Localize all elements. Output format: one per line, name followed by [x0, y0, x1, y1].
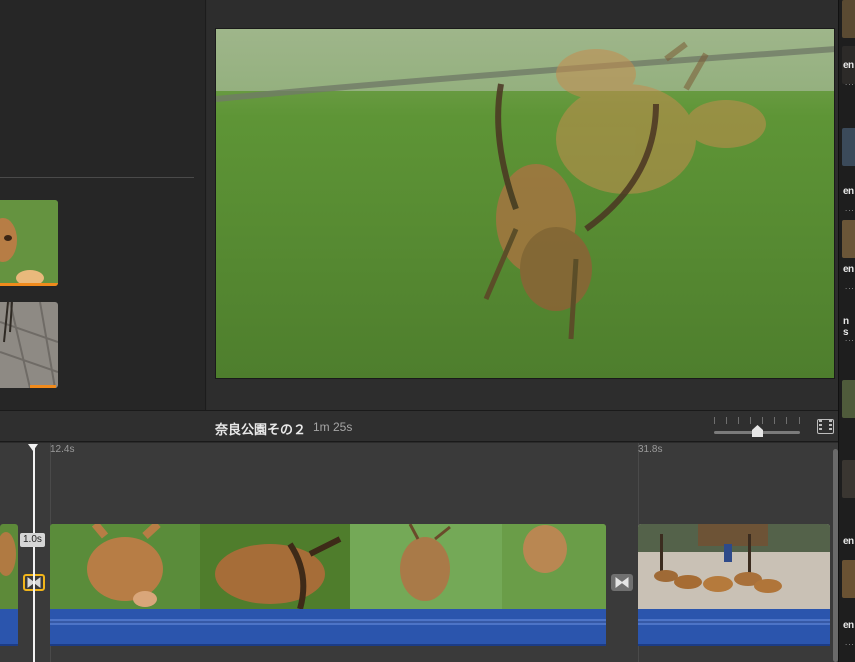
audio-waveform[interactable]: [638, 609, 830, 646]
used-range-bar: [0, 283, 58, 286]
panel-dots: ...: [845, 78, 855, 87]
browser-divider: [0, 177, 194, 178]
video-clip[interactable]: [638, 524, 830, 609]
panel-label: en: [843, 536, 854, 547]
video-preview[interactable]: [215, 28, 835, 379]
browser-clip-thumbnail[interactable]: [0, 302, 58, 388]
zoom-slider-knob[interactable]: [752, 424, 763, 437]
panel-label: en: [843, 620, 854, 631]
panel-thumbnail[interactable]: [842, 220, 855, 258]
panel-label: en: [843, 186, 854, 197]
timeline-header: 奈良公園その２ 1m 25s: [0, 410, 838, 442]
used-range-bar: [30, 385, 56, 388]
timeline[interactable]: 12.4s 31.8s 1.0s: [0, 443, 838, 662]
panel-dots: ...: [845, 282, 855, 291]
playhead[interactable]: [33, 447, 35, 662]
audio-waveform[interactable]: [0, 609, 18, 646]
video-clip[interactable]: [0, 524, 18, 609]
panel-thumbnail[interactable]: [842, 460, 855, 498]
filmstrip-icon[interactable]: [817, 419, 834, 434]
playhead-icon[interactable]: [28, 444, 38, 451]
transition-duration-badge: 1.0s: [20, 533, 45, 547]
browser-clip-thumbnail[interactable]: [0, 200, 58, 286]
viewer: [207, 0, 838, 410]
panel-label: en: [843, 264, 854, 275]
panel-dots: ...: [845, 638, 855, 647]
panel-thumbnail[interactable]: [842, 380, 855, 418]
panel-thumbnail[interactable]: [842, 0, 855, 38]
panel-dots: ...3: [845, 334, 855, 343]
adjacent-panel: en ... en ... en ... n s ...3 en ... en …: [838, 0, 855, 662]
event-browser: [0, 0, 206, 410]
video-clip[interactable]: [50, 524, 606, 609]
panel-dots: ...: [845, 204, 855, 213]
project-duration: 1m 25s: [313, 420, 353, 434]
ruler-label: 31.8s: [638, 444, 663, 455]
audio-waveform[interactable]: [50, 609, 606, 646]
panel-thumbnail[interactable]: [842, 560, 855, 598]
panel-thumbnail[interactable]: [842, 128, 855, 166]
bowtie-transition-icon[interactable]: [611, 574, 633, 591]
project-title: 奈良公園その２: [215, 422, 307, 437]
timeline-scrollbar[interactable]: [833, 449, 838, 662]
ruler-label: 12.4s: [50, 444, 75, 455]
panel-label: en: [843, 60, 854, 71]
